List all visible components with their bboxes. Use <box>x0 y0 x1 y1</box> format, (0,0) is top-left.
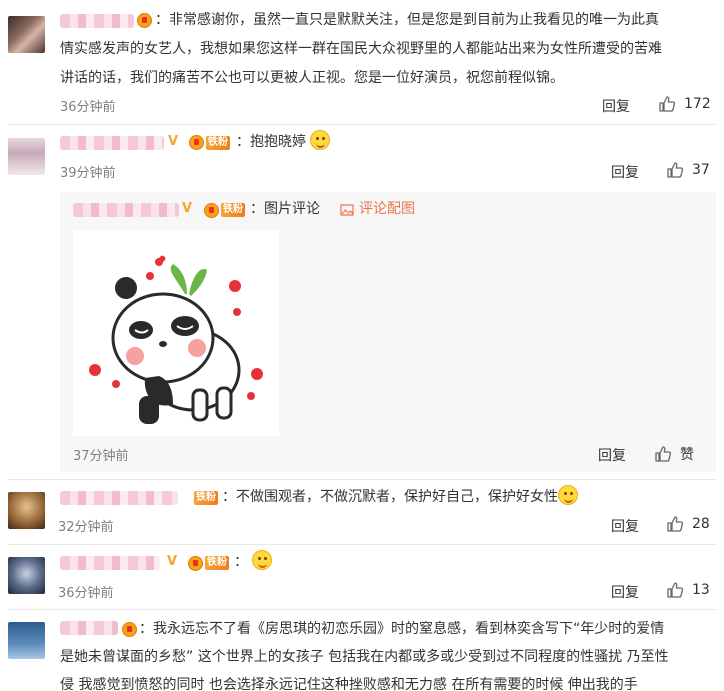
thumbs-up-icon <box>667 516 684 532</box>
timestamp: 37分钟前 <box>73 449 129 464</box>
comment-text-line: 侵 我感觉到愤怒的同时 也会选择永远记住这种挫败感和无力感 在所有需要的时候 伸… <box>60 677 638 691</box>
like-count: 13 <box>692 582 710 598</box>
vip-v-icon: V <box>182 201 193 216</box>
reply-button[interactable]: 回复 <box>611 582 639 602</box>
vip-v-icon: V <box>168 134 179 149</box>
reply-button[interactable]: 回复 <box>611 162 639 182</box>
thumbs-up-icon <box>667 162 684 178</box>
like-count: 37 <box>692 162 710 178</box>
picture-icon <box>340 203 354 216</box>
divider <box>8 479 716 480</box>
comment-text-line: 讲话的话，我们的痛苦不公也可以更被人正视。您是一位好演员，祝您前程似锦。 <box>60 70 564 86</box>
panda-illustration <box>89 255 263 424</box>
medal-icon <box>189 135 204 150</box>
like-button[interactable]: 28 <box>666 515 710 533</box>
comment-text-line: ：我永远忘不了看《房思琪的初恋乐园》时的窒息感，看到林奕含写下“年少时的爱情 <box>139 621 665 637</box>
avatar[interactable] <box>8 138 45 175</box>
hug-emoji-icon <box>310 130 331 150</box>
hug-emoji-icon <box>252 550 273 570</box>
comment-text-content: ：抱抱晓婷 <box>236 134 306 150</box>
like-button[interactable]: 赞 <box>654 444 694 464</box>
thumbs-up-icon <box>667 582 684 598</box>
divider <box>8 544 716 545</box>
comment-text-content: ：不做围观者，不做沉默者，保护好自己，保护好女性 <box>222 489 558 505</box>
smile-emoji-icon <box>558 485 578 505</box>
panda-sticker-image[interactable] <box>73 230 279 436</box>
fan-badge: 铁粉 <box>221 203 245 217</box>
comment-text: ：抱抱晓婷 <box>236 130 331 155</box>
comment-text: ： <box>234 550 273 575</box>
medal-icon <box>122 622 137 637</box>
username-blurred[interactable] <box>73 203 179 217</box>
fan-badge: 铁粉 <box>194 491 218 505</box>
fan-badge: 铁粉 <box>205 556 229 570</box>
avatar[interactable] <box>8 622 45 659</box>
comment-text-line: ：非常感谢你，虽然一直只是默默关注，但是您是到目前为止我看见的唯一为此真 <box>155 12 659 28</box>
like-label: 赞 <box>680 447 694 463</box>
timestamp: 32分钟前 <box>58 520 114 535</box>
comment-text-content: ： <box>234 554 248 570</box>
like-count: 28 <box>692 516 710 532</box>
medal-icon <box>188 556 203 571</box>
avatar[interactable] <box>8 16 45 53</box>
medal-icon <box>137 13 152 28</box>
divider <box>8 124 716 125</box>
thumbs-up-icon <box>659 96 676 112</box>
timestamp: 36分钟前 <box>58 586 114 601</box>
divider <box>8 609 716 610</box>
image-comment-link-label: 评论配图 <box>359 201 415 217</box>
comment-text: ：不做围观者，不做沉默者，保护好自己，保护好女性 <box>222 485 578 510</box>
username-blurred[interactable] <box>60 621 118 635</box>
avatar[interactable] <box>8 557 45 594</box>
medal-icon <box>204 203 219 218</box>
username-blurred[interactable] <box>60 136 164 150</box>
avatar[interactable] <box>8 492 45 529</box>
comment-text-line: 是她未曾谋面的乡愁” 这个世界上的女孩子 包括我在内都或多或少受到过不同程度的性… <box>60 649 669 665</box>
like-button[interactable]: 13 <box>666 581 710 599</box>
like-count: 172 <box>684 96 711 112</box>
username-blurred[interactable] <box>60 14 134 28</box>
comment-text: ：图片评论 <box>250 201 320 217</box>
thumbs-up-icon <box>655 446 672 462</box>
reply-button[interactable]: 回复 <box>611 516 639 536</box>
image-comment-link[interactable]: 评论配图 <box>340 197 415 222</box>
reply-button[interactable]: 回复 <box>598 445 626 465</box>
username-blurred[interactable] <box>60 491 178 505</box>
timestamp: 36分钟前 <box>60 100 116 115</box>
comment-text-line: 情实感发声的女艺人，我想如果您这样一群在国民大众视野里的人都能站出来为女性所遭受… <box>60 41 662 57</box>
fan-badge: 铁粉 <box>206 136 230 150</box>
like-button[interactable]: 37 <box>666 161 710 179</box>
reply-button[interactable]: 回复 <box>602 96 630 116</box>
timestamp: 39分钟前 <box>60 166 116 181</box>
vip-v-icon: V <box>167 554 178 569</box>
like-button[interactable]: 172 <box>658 95 711 113</box>
username-blurred[interactable] <box>60 556 160 570</box>
